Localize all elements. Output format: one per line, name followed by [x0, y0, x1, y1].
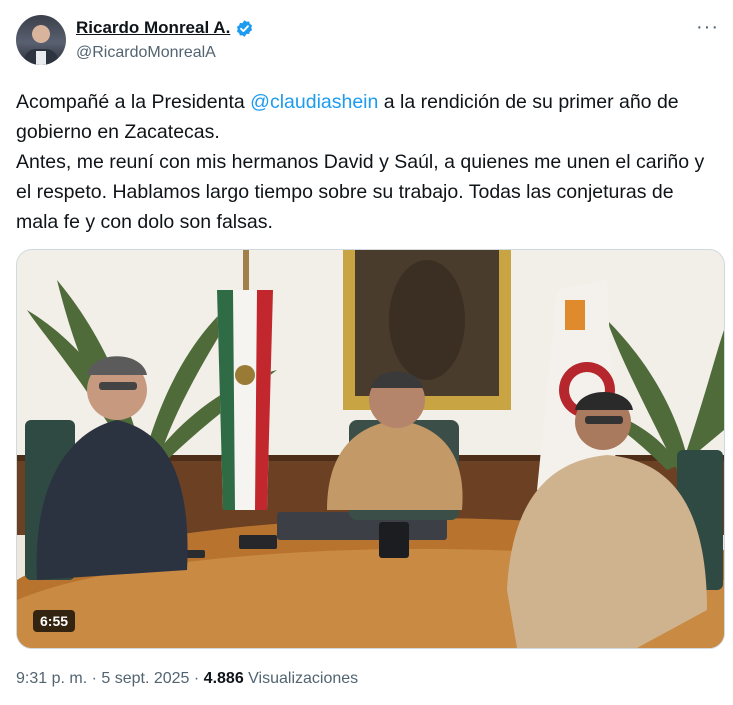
- avatar-collar: [36, 51, 46, 65]
- tweet-text-part1: Acompañé a la Presidenta: [16, 91, 251, 113]
- video-thumbnail: [17, 250, 724, 648]
- author-display-name[interactable]: Ricardo Monreal A.: [76, 18, 230, 38]
- avatar[interactable]: [16, 15, 66, 65]
- tweet-date[interactable]: 5 sept. 2025: [101, 670, 189, 687]
- author-name-row: Ricardo Monreal A.: [76, 18, 254, 38]
- more-horizontal-icon[interactable]: ···: [696, 16, 719, 39]
- verified-badge-icon: [237, 19, 253, 37]
- meta-separator: ·: [189, 670, 204, 687]
- author-handle[interactable]: @RicardoMonrealA: [76, 44, 216, 62]
- video-media[interactable]: 6:55: [16, 249, 725, 649]
- mention-link[interactable]: @claudiashein: [250, 91, 378, 113]
- tweet-time[interactable]: 9:31 p. m.: [16, 670, 87, 687]
- meta-separator: ·: [87, 670, 102, 687]
- views-label: Visualizaciones: [243, 670, 359, 687]
- views-count: 4.886: [203, 670, 244, 687]
- tweet-text: Acompañé a la Presidenta @claudiashein a…: [16, 87, 716, 237]
- tweet-meta: 9:31 p. m. · 5 sept. 2025 · 4.886 Visual…: [16, 670, 358, 688]
- video-duration-badge: 6:55: [33, 610, 76, 632]
